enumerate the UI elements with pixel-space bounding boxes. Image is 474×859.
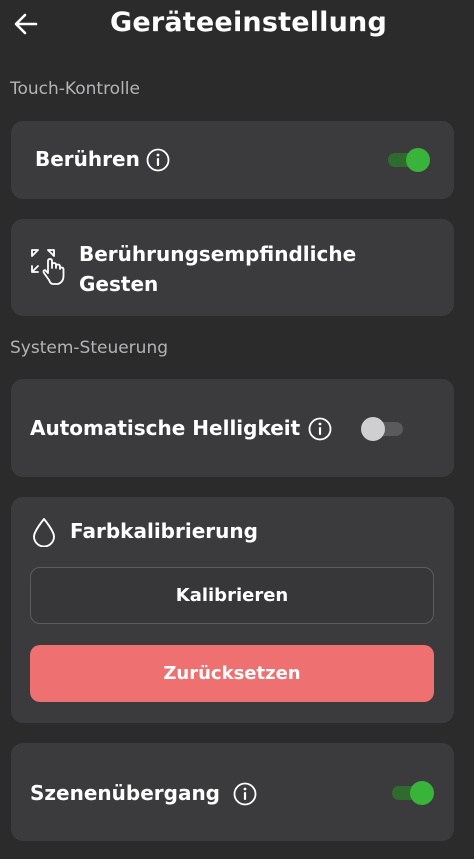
section-label-system: System-Steuerung xyxy=(10,338,169,358)
scene-toggle[interactable] xyxy=(390,780,434,806)
touch-toggle[interactable] xyxy=(386,147,430,173)
scene-label: Szenenübergang xyxy=(30,781,220,805)
gesture-hand-icon xyxy=(31,249,65,285)
app-header: Geräteeinstellung xyxy=(0,0,474,56)
calibration-card: Farbkalibrierung Kalibrieren Zurücksetze… xyxy=(11,497,454,723)
droplet-icon xyxy=(33,518,55,547)
calibration-title: Farbkalibrierung xyxy=(70,519,258,543)
brightness-label: Automatische Helligkeit xyxy=(30,416,301,440)
gestures-card[interactable]: Berührungsempfindliche Gesten xyxy=(11,219,454,316)
back-button[interactable] xyxy=(12,10,40,38)
reset-button[interactable]: Zurücksetzen xyxy=(30,645,434,702)
touch-card: Berühren xyxy=(11,121,454,199)
toggle-knob xyxy=(410,781,434,805)
scene-card: Szenenübergang xyxy=(11,743,454,841)
info-icon[interactable] xyxy=(233,782,257,806)
touch-label: Berühren xyxy=(35,147,140,171)
toggle-knob xyxy=(406,148,430,172)
gestures-label: Berührungsempfindliche Gesten xyxy=(79,239,356,299)
info-icon[interactable] xyxy=(308,417,332,441)
toggle-knob xyxy=(361,417,385,441)
gestures-label-line2: Gesten xyxy=(79,272,159,296)
gestures-label-line1: Berührungsempfindliche xyxy=(79,242,357,266)
calibrate-button[interactable]: Kalibrieren xyxy=(30,567,434,624)
brightness-card: Automatische Helligkeit xyxy=(11,379,454,477)
brightness-toggle[interactable] xyxy=(361,416,405,442)
info-icon[interactable] xyxy=(146,148,170,172)
section-label-touch: Touch-Kontrolle xyxy=(10,79,140,99)
page-title: Geräteeinstellung xyxy=(110,7,387,38)
arrow-left-icon xyxy=(14,13,38,35)
